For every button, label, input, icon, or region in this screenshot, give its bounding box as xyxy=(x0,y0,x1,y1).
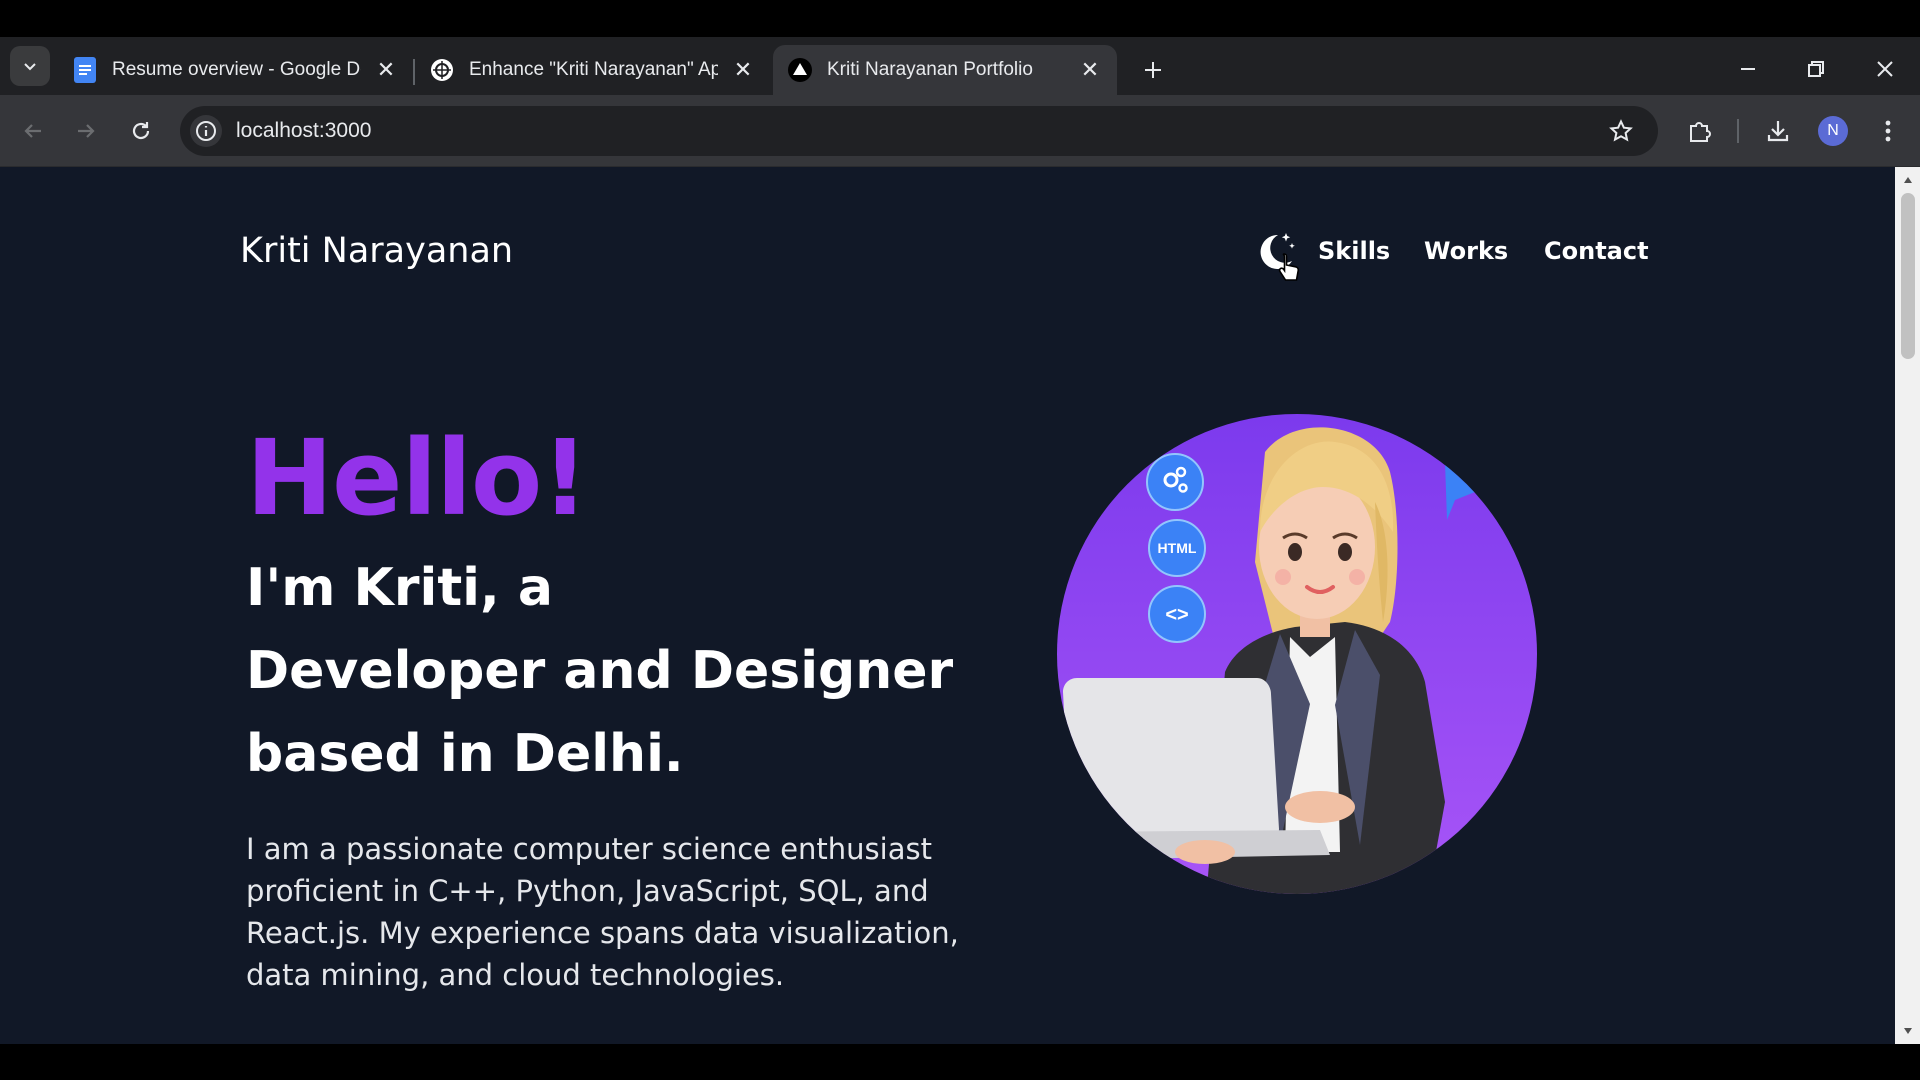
hero-bio: I am a passionate computer science enthu… xyxy=(246,832,959,992)
profile-avatar[interactable]: N xyxy=(1818,116,1848,146)
extensions-button[interactable] xyxy=(1682,113,1718,149)
code-badge-label: <> xyxy=(1165,604,1188,626)
plus-icon xyxy=(1145,62,1161,78)
nav-contact-link[interactable]: Contact xyxy=(1544,237,1649,265)
tab-enhance-app[interactable]: Enhance "Kriti Narayanan" App ✕ xyxy=(415,45,770,95)
bookmark-star-icon[interactable] xyxy=(1606,116,1636,146)
scrollbar-thumb[interactable] xyxy=(1901,193,1915,359)
nav-skills-link[interactable]: Skills xyxy=(1318,237,1390,265)
os-top-bar xyxy=(0,0,1920,37)
nav-works-link[interactable]: Works xyxy=(1424,237,1508,265)
page-viewport: Kriti Narayanan Skills Works Contact Hel… xyxy=(0,167,1895,1044)
window-close-button[interactable] xyxy=(1863,51,1907,87)
minimize-icon xyxy=(1741,68,1755,70)
reload-icon xyxy=(132,122,150,140)
hero-greeting: Hello! xyxy=(246,417,589,539)
os-bottom-bar xyxy=(0,1044,1920,1080)
site-logo-text[interactable]: Kriti Narayanan xyxy=(240,231,513,271)
chevron-down-icon xyxy=(24,63,36,71)
address-bar[interactable]: localhost:3000 xyxy=(180,106,1658,156)
tab-strip: Resume overview - Google Docs ✕ Enhance … xyxy=(0,37,1920,95)
hero-intro-line-2: Developer and Designer xyxy=(246,641,954,701)
reload-button[interactable] xyxy=(123,113,159,149)
forward-button[interactable] xyxy=(68,113,104,149)
tab-portfolio[interactable]: Kriti Narayanan Portfolio ✕ xyxy=(773,45,1117,95)
download-icon xyxy=(1767,121,1789,142)
html-badge-label: HTML xyxy=(1158,540,1197,556)
arrow-right-icon xyxy=(78,124,95,138)
hero-intro-line-3: based in Delhi. xyxy=(246,724,684,784)
google-docs-icon xyxy=(72,57,98,83)
chatgpt-icon xyxy=(429,57,455,83)
scroll-down-icon[interactable] xyxy=(1901,1024,1915,1038)
back-button[interactable] xyxy=(15,113,51,149)
close-icon[interactable]: ✕ xyxy=(730,57,756,83)
close-icon xyxy=(1877,61,1893,77)
browser-menu-button[interactable] xyxy=(1870,113,1906,149)
close-icon[interactable]: ✕ xyxy=(373,57,399,83)
url-text[interactable]: localhost:3000 xyxy=(236,119,371,143)
toolbar-separator xyxy=(1737,119,1739,143)
restore-button[interactable] xyxy=(1794,51,1838,87)
hero-avatar-illustration: HTML <> xyxy=(1055,412,1539,896)
site-info-icon[interactable] xyxy=(190,115,222,147)
mouse-pointer-icon xyxy=(1276,251,1302,285)
tab-title: Enhance "Kriti Narayanan" App xyxy=(469,59,718,80)
hero-intro-line-1: I'm Kriti, a xyxy=(246,558,553,618)
minimize-button[interactable] xyxy=(1726,51,1770,87)
new-tab-button[interactable] xyxy=(1136,53,1170,87)
tab-search-button[interactable] xyxy=(10,46,50,86)
page-scrollbar[interactable] xyxy=(1895,167,1920,1044)
tab-title: Resume overview - Google Docs xyxy=(112,59,361,80)
downloads-button[interactable] xyxy=(1760,113,1796,149)
restore-icon xyxy=(1808,61,1824,77)
scroll-up-icon[interactable] xyxy=(1901,173,1915,187)
browser-toolbar: localhost:3000 N xyxy=(0,95,1920,167)
more-vertical-icon xyxy=(1885,120,1891,142)
vercel-triangle-icon xyxy=(787,57,813,83)
puzzle-icon xyxy=(1690,122,1711,142)
tab-resume-overview[interactable]: Resume overview - Google Docs ✕ xyxy=(58,45,413,95)
tab-title: Kriti Narayanan Portfolio xyxy=(827,59,1033,80)
arrow-left-icon xyxy=(24,124,41,138)
close-icon[interactable]: ✕ xyxy=(1077,57,1103,83)
